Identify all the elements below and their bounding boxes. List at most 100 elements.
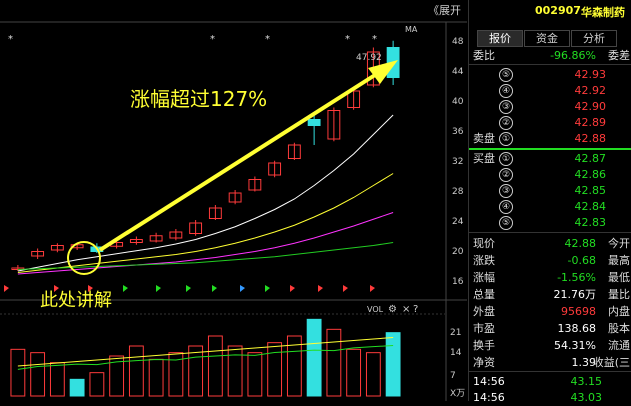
tick-price: 43.15 (570, 375, 603, 388)
volume-bar[interactable] (227, 345, 243, 397)
signal-marker (370, 285, 375, 292)
tick-time: 14:56 (473, 375, 505, 388)
tick-row: 14:56 43.15 (469, 374, 631, 390)
annotation-rise: 涨幅超过127% (130, 87, 267, 111)
vol-tick-label: X万 (450, 389, 465, 399)
volume-bar[interactable] (346, 348, 362, 397)
tab-analysis[interactable]: 分析 (571, 30, 617, 47)
vol-ma-line (17, 345, 394, 370)
mid-divider (469, 148, 631, 150)
stat-right-label: 今开 (608, 237, 630, 250)
ask-price: 42.92 (574, 84, 607, 97)
bid-price: 42.83 (574, 216, 607, 229)
ask-level: ④ (499, 84, 513, 98)
volume-bar[interactable] (148, 358, 164, 397)
bid-row: 买盘 ① 42.87 (469, 151, 631, 167)
stat-value: 95698 (561, 305, 596, 318)
stat-value: -0.68 (567, 254, 596, 267)
volume-bar[interactable] (30, 352, 46, 397)
volume-bar[interactable] (267, 342, 283, 397)
weicha-label: 委差 (608, 49, 630, 62)
volume-bar[interactable] (69, 378, 85, 397)
tick-price: 43.03 (570, 391, 603, 404)
bid-row: ⑤ 42.83 (469, 215, 631, 231)
vol-tick-label: 7 (450, 371, 456, 381)
stat-value: 138.68 (557, 322, 597, 335)
stat-row: 涨幅 -1.56% 最低 (469, 270, 631, 286)
signal-marker (343, 285, 348, 292)
stat-label: 涨跌 (473, 254, 495, 267)
bid-price: 42.86 (574, 168, 607, 181)
ask-price: 42.90 (574, 100, 607, 113)
stat-label: 换手 (473, 339, 495, 352)
volume-bar[interactable] (89, 372, 105, 397)
ask-label: 卖盘 (473, 132, 495, 145)
stat-row: 外盘 95698 内盘 (469, 304, 631, 320)
tab-funds[interactable]: 资金 (524, 30, 570, 47)
divider (469, 232, 631, 233)
bid-level: ⑤ (499, 216, 513, 230)
ask-level: ① (499, 132, 513, 146)
stat-right-label: 流通 (608, 339, 630, 352)
stat-right-label: 最高 (608, 254, 630, 267)
ask-row: 卖盘 ① 42.88 (469, 131, 631, 147)
stat-value: 42.88 (564, 237, 597, 250)
expand-button: 《展开 (428, 4, 461, 17)
star-marker: * (265, 34, 270, 45)
ask-level: ⑤ (499, 68, 513, 82)
star-marker: * (345, 34, 350, 45)
ask-price: 42.89 (574, 116, 607, 129)
kline-chart[interactable]: 《展开 MA 48 44 40 36 32 28 24 20 16 * * * * * 47.92 涨幅超过127… (0, 0, 467, 401)
help-icon[interactable]: ? (413, 304, 418, 315)
stat-label: 净资 (473, 356, 495, 369)
volume-bar[interactable] (188, 345, 204, 397)
weibi-value: -96.86% (550, 49, 596, 62)
stat-row: 现价 42.88 今开 (469, 236, 631, 252)
tab-quote[interactable]: 报价 (477, 30, 523, 47)
y-tick-label: 44 (452, 67, 464, 77)
candle-body[interactable] (307, 119, 321, 126)
bid-level: ③ (499, 184, 513, 198)
stock-code: 002907 (535, 4, 581, 17)
y-tick-label: 20 (452, 247, 464, 257)
close-icon[interactable]: × (402, 304, 410, 315)
ask-row: ② 42.89 (469, 115, 631, 131)
ask-row: ⑤ 42.93 (469, 67, 631, 83)
volume-bar[interactable] (10, 348, 26, 397)
stat-label: 现价 (473, 237, 495, 250)
y-tick-label: 24 (452, 217, 464, 227)
bid-price: 42.87 (574, 152, 607, 165)
volume-bar[interactable] (49, 362, 65, 397)
volume-bar[interactable] (306, 318, 322, 397)
ask-level: ② (499, 116, 513, 130)
tick-row: 14:56 43.03 (469, 390, 631, 406)
ask-price: 42.88 (574, 132, 607, 145)
annotation-here: 此处讲解 (40, 290, 112, 311)
stat-row: 换手 54.31% 流通 (469, 338, 631, 354)
y-tick-label: 16 (452, 277, 464, 287)
volume-bar[interactable] (247, 352, 263, 397)
stat-row: 净资 1.39 收益(三 (469, 355, 631, 371)
divider (469, 371, 631, 372)
signal-marker (186, 285, 191, 292)
bid-level: ① (499, 152, 513, 166)
volume-bar[interactable] (326, 328, 342, 397)
signal-marker (318, 285, 323, 292)
ma-line (17, 173, 394, 273)
star-marker: * (8, 34, 13, 45)
volume-bar[interactable] (207, 335, 223, 397)
y-tick-label: 36 (452, 127, 464, 137)
bid-level: ② (499, 168, 513, 182)
volume-bar[interactable] (365, 352, 381, 397)
gear-icon[interactable]: ⚙ (388, 304, 397, 315)
signal-marker (240, 285, 245, 292)
ma-label: MA (405, 25, 418, 34)
volume-bar[interactable] (128, 345, 144, 397)
volume-bar[interactable] (385, 332, 401, 397)
stat-label: 涨幅 (473, 271, 495, 284)
signal-marker (265, 285, 270, 292)
weibi-row: 委比 -96.86% 委差 (469, 48, 631, 64)
star-marker: * (210, 34, 215, 45)
signal-marker (123, 285, 128, 292)
stat-row: 总量 21.76万 量比 (469, 287, 631, 303)
